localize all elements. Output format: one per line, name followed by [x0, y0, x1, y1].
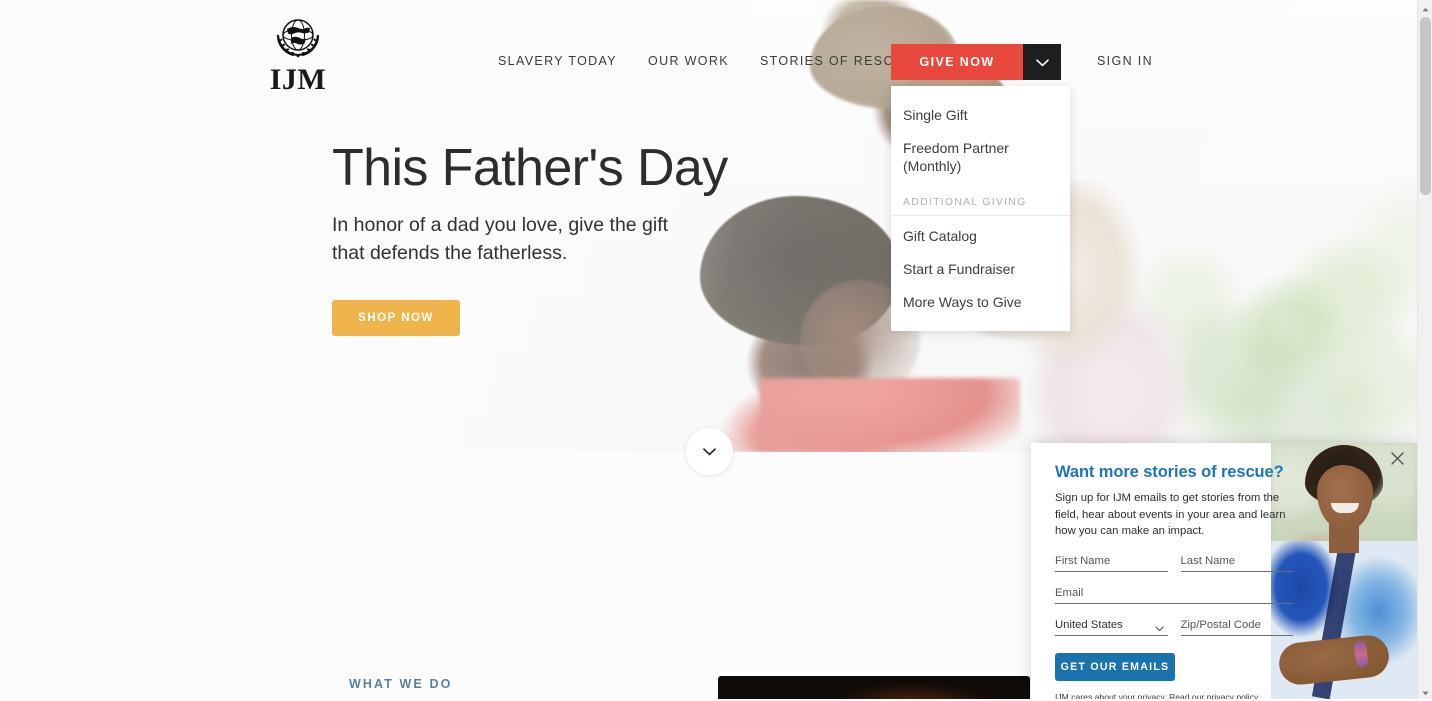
caret-up-icon — [1422, 0, 1429, 17]
popup-title: Want more stories of rescue? — [1055, 463, 1284, 481]
page-viewport: This Father's Day In honor of a dad you … — [0, 0, 1417, 699]
country-field-wrap: United States — [1055, 615, 1168, 637]
hero-photo-father-shirt — [760, 378, 1020, 452]
menu-group-label-additional-giving: ADDITIONAL GIVING — [891, 184, 1070, 216]
globe-laurel-logo-icon — [276, 19, 320, 58]
popup-close-button[interactable] — [1385, 448, 1409, 472]
privacy-notice-text: IJM cares about your privacy. Read our — [1055, 692, 1207, 699]
give-now-dropdown-menu: Single Gift Freedom Partner (Monthly) AD… — [891, 86, 1070, 332]
primary-nav: SLAVERY TODAY OUR WORK STORIES OF RESCUE — [498, 54, 914, 68]
scrollbar-thumb[interactable] — [1420, 17, 1431, 195]
email-field-wrap — [1055, 583, 1293, 605]
hero-subtitle: In honor of a dad you love, give the gif… — [332, 214, 669, 264]
menu-item-start-a-fundraiser[interactable]: Start a Fundraiser — [891, 254, 1070, 287]
chevron-down-icon — [1035, 55, 1049, 70]
privacy-notice-text-end: . — [1257, 692, 1261, 699]
give-now-dropdown-toggle[interactable] — [1023, 44, 1061, 80]
menu-item-freedom-partner[interactable]: Freedom Partner (Monthly) — [891, 133, 1070, 184]
logo-wordmark: IJM — [269, 63, 327, 96]
chevron-down-icon — [703, 443, 716, 461]
first-name-input[interactable] — [1055, 553, 1168, 573]
privacy-notice: IJM cares about your privacy. Read our p… — [1055, 692, 1293, 699]
nav-item-slavery-today[interactable]: SLAVERY TODAY — [498, 54, 617, 68]
scroll-down-button[interactable] — [686, 428, 733, 475]
email-row — [1055, 583, 1293, 605]
hero-content: This Father's Day In honor of a dad you … — [332, 140, 752, 336]
country-select[interactable]: United States — [1055, 617, 1168, 637]
feature-video-card[interactable] — [718, 676, 1030, 699]
email-input[interactable] — [1055, 585, 1293, 605]
last-name-input[interactable] — [1180, 553, 1293, 573]
feature-video-glow — [838, 682, 988, 699]
scrollbar-up-button[interactable] — [1418, 0, 1432, 15]
section-label-what-we-do: WHAT WE DO — [349, 677, 453, 691]
shop-now-button[interactable]: SHOP NOW — [332, 299, 460, 336]
popup-description: Sign up for IJM emails to get stories fr… — [1055, 492, 1286, 538]
zip-field-wrap — [1180, 615, 1293, 637]
page-scrollbar[interactable] — [1417, 0, 1432, 699]
menu-item-more-ways-to-give[interactable]: More Ways to Give — [891, 287, 1070, 320]
site-logo[interactable]: IJM — [268, 12, 328, 95]
hero-title: This Father's Day — [332, 139, 728, 197]
location-row: United States — [1055, 615, 1293, 637]
close-icon — [1390, 452, 1404, 468]
menu-item-gift-catalog[interactable]: Gift Catalog — [891, 221, 1070, 254]
give-now-button[interactable]: GIVE NOW — [891, 44, 1023, 80]
menu-item-single-gift[interactable]: Single Gift — [891, 100, 1070, 133]
get-our-emails-button[interactable]: GET OUR EMAILS — [1055, 653, 1175, 682]
popup-content: Want more stories of rescue? Sign up for… — [1055, 463, 1293, 699]
email-signup-popup: Want more stories of rescue? Sign up for… — [1031, 443, 1417, 699]
first-name-field-wrap — [1055, 551, 1168, 573]
nav-item-our-work[interactable]: OUR WORK — [648, 54, 729, 68]
zip-input[interactable] — [1180, 617, 1293, 637]
sign-in-link[interactable]: SIGN IN — [1097, 54, 1153, 68]
site-header: IJM SLAVERY TODAY OUR WORK STORIES OF RE… — [0, 0, 1417, 122]
scrollbar-down-button[interactable] — [1418, 684, 1432, 699]
give-now-group: GIVE NOW — [891, 44, 1061, 80]
name-row — [1055, 551, 1293, 573]
last-name-field-wrap — [1180, 551, 1293, 573]
caret-down-icon — [1422, 683, 1429, 701]
privacy-policy-link[interactable]: privacy policy — [1207, 692, 1258, 699]
